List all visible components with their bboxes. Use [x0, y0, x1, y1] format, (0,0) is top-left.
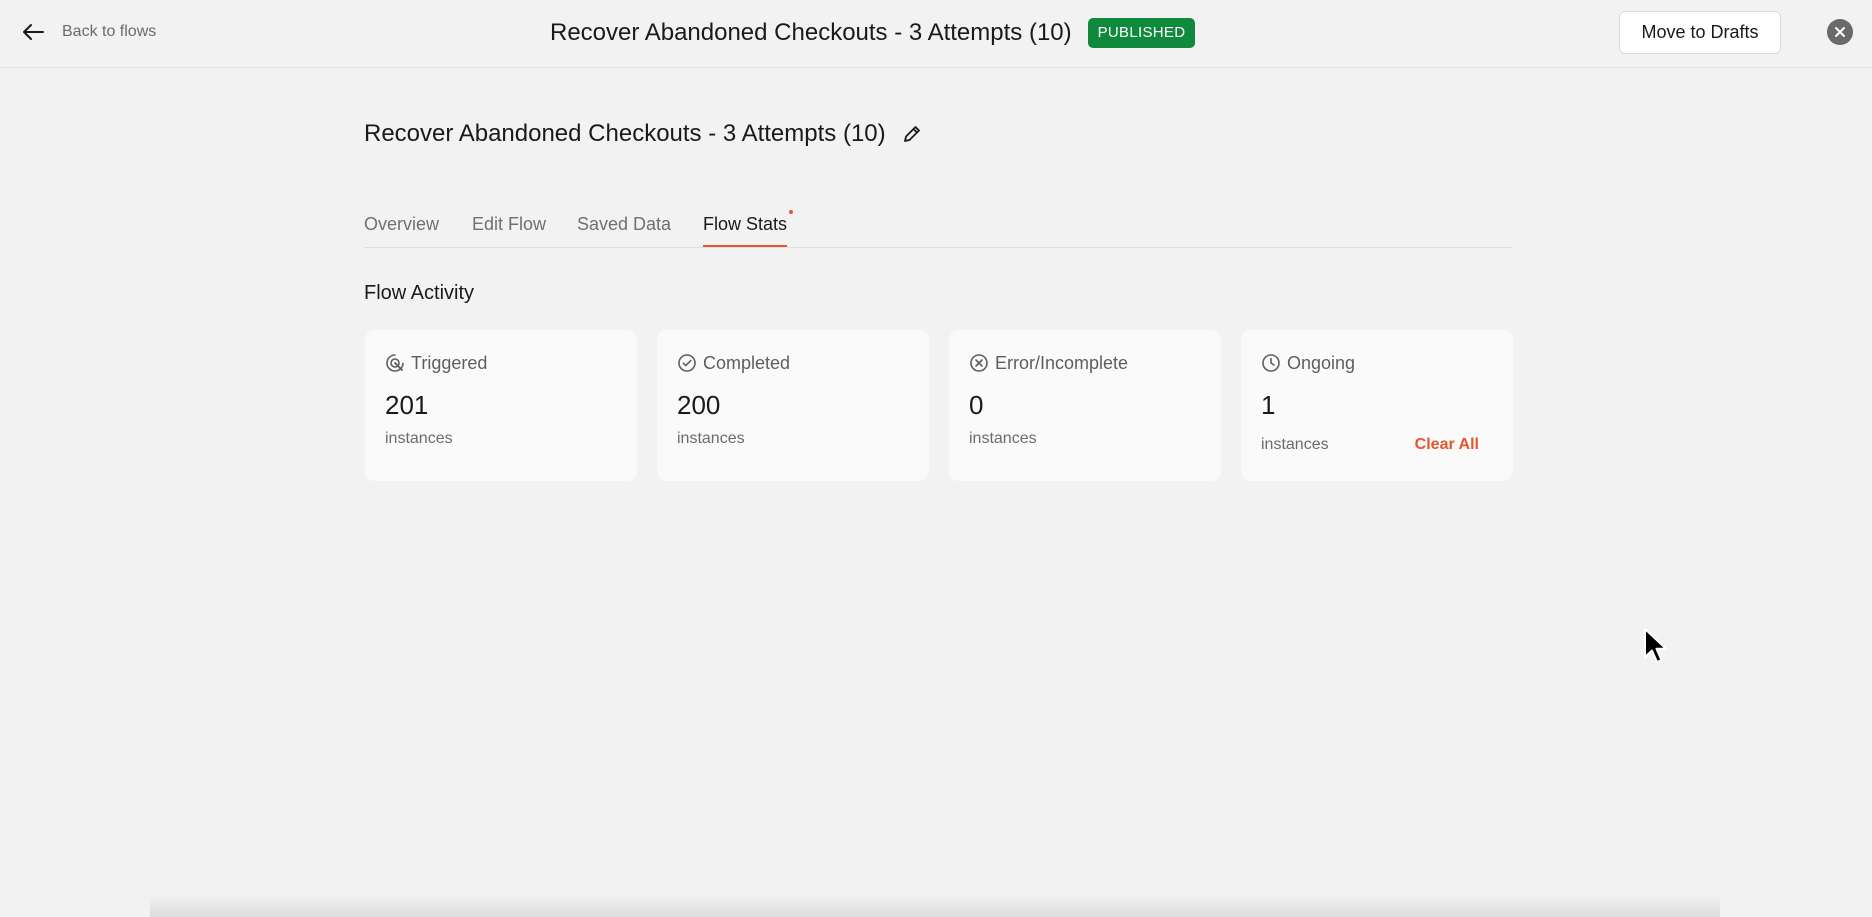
tab-flow-stats-label: Flow Stats	[703, 214, 788, 234]
card-value: 1	[1261, 390, 1276, 420]
card-header: Completed	[677, 352, 909, 374]
card-label: Error/Incomplete	[995, 352, 1129, 373]
error-incomplete-card: Error/Incomplete 0 instances	[949, 330, 1221, 481]
x-circle-icon	[970, 354, 988, 372]
tab-edit-flow[interactable]: Edit Flow	[472, 214, 546, 235]
clear-all-button[interactable]: Clear All	[1415, 436, 1479, 454]
card-label: Completed	[703, 352, 791, 373]
card-unit: instances	[385, 430, 453, 447]
header-title-group: Recover Abandoned Checkouts - 3 Attempts…	[550, 17, 1196, 49]
card-unit: instances	[1261, 436, 1329, 453]
tab-saved-data[interactable]: Saved Data	[577, 214, 671, 235]
header-title: Recover Abandoned Checkouts - 3 Attempts…	[550, 19, 1072, 46]
ongoing-card: Ongoing 1 instances Clear All	[1241, 330, 1513, 481]
card-header: Ongoing	[1261, 352, 1493, 374]
arrow-left-icon	[23, 24, 44, 40]
tab-overview[interactable]: Overview	[364, 214, 439, 235]
card-label: Ongoing	[1287, 352, 1356, 373]
close-button[interactable]	[1827, 19, 1853, 45]
back-to-flows-link[interactable]: Back to flows	[22, 18, 156, 46]
page-title-row: Recover Abandoned Checkouts - 3 Attempts…	[364, 120, 922, 148]
card-value: 0	[969, 390, 984, 420]
card-footer: instances Clear All	[1261, 436, 1493, 454]
bottom-shadow	[150, 895, 1720, 917]
card-unit: instances	[969, 430, 1037, 447]
flow-activity-heading: Flow Activity	[364, 282, 475, 304]
completed-card: Completed 200 instances	[657, 330, 929, 481]
close-icon	[1835, 27, 1845, 37]
move-to-drafts-button[interactable]: Move to Drafts	[1619, 11, 1781, 54]
card-value: 201	[385, 390, 429, 420]
clock-icon	[1262, 354, 1280, 372]
card-value: 200	[677, 390, 721, 420]
mouse-cursor-icon	[1644, 628, 1667, 663]
notification-dot	[789, 210, 794, 214]
card-header: Error/Incomplete	[969, 352, 1201, 374]
tab-bar: Overview Edit Flow Saved Data Flow Stats	[364, 208, 1512, 248]
triggered-card: Triggered 201 instances	[365, 330, 637, 481]
card-header: Triggered	[385, 352, 617, 374]
status-badge: PUBLISHED	[1087, 18, 1196, 48]
back-link-label: Back to flows	[62, 23, 157, 40]
top-bar: Back to flows Recover Abandoned Checkout…	[0, 0, 1872, 68]
card-label: Triggered	[411, 352, 488, 373]
tab-flow-stats[interactable]: Flow Stats	[703, 210, 794, 247]
triggered-icon	[386, 354, 404, 372]
check-circle-icon	[678, 354, 696, 372]
pencil-icon[interactable]	[902, 124, 922, 144]
card-unit: instances	[677, 430, 745, 447]
page-title: Recover Abandoned Checkouts - 3 Attempts…	[364, 120, 886, 147]
